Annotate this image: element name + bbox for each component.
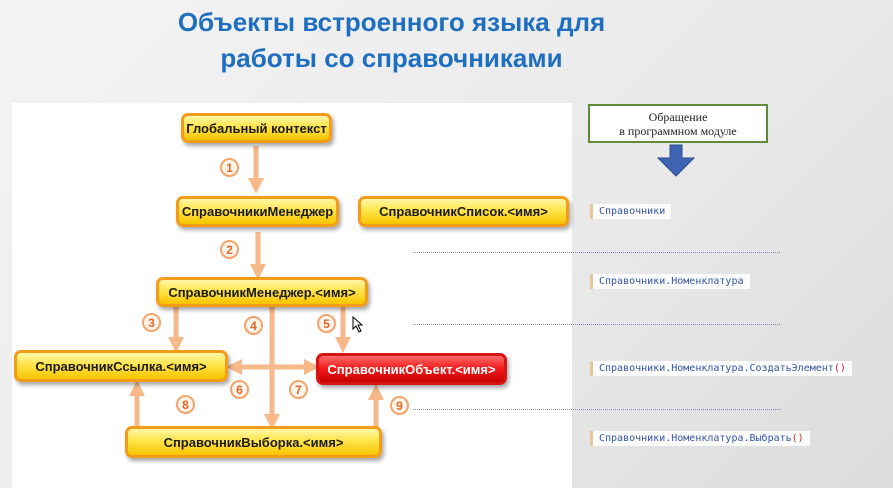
node-catalog-manager: СправочникМенеджер.<имя> (156, 277, 368, 307)
separator-3 (413, 409, 780, 410)
node-global-context: Глобальный контекст (181, 113, 332, 143)
code-example-3: Справочники.Номенклатура.СоздатьЭлемент(… (590, 361, 852, 376)
step-9-marker: 9 (390, 396, 409, 415)
access-box: Обращение в программном модуле (588, 104, 768, 143)
access-arrow (656, 144, 696, 177)
node-catalog-list: СправочникСписок.<имя> (358, 196, 569, 227)
step-1-marker: 1 (220, 158, 239, 177)
step-3-marker: 3 (142, 313, 161, 332)
step-4-marker: 4 (244, 316, 263, 335)
page-title: Объекты встроенного языка для работы со … (0, 4, 783, 76)
step-8-marker: 8 (176, 395, 195, 414)
code-paren-3: () (833, 363, 846, 374)
separator-1 (413, 252, 780, 253)
code-text-3: Справочники.Номенклатура.СоздатьЭлемент (599, 363, 834, 374)
mouse-cursor-icon (352, 316, 364, 333)
code-paren-4: () (791, 433, 804, 444)
node-catalogs-manager: СправочникиМенеджер (176, 196, 339, 227)
node-catalog-selection: СправочникВыборка.<имя> (125, 426, 382, 458)
code-text-2: Справочники.Номенклатура (599, 276, 744, 287)
step-2-marker: 2 (220, 240, 239, 259)
title-line-2: работы со справочниками (220, 43, 563, 73)
code-example-4: Справочники.Номенклатура.Выбрать() (590, 431, 810, 446)
step-5-marker: 5 (317, 314, 336, 333)
code-example-1: Справочники (590, 204, 672, 219)
title-line-1: Объекты встроенного языка для (177, 7, 606, 37)
access-line-2: в программном модуле (619, 123, 737, 138)
node-catalog-ref: СправочникСсылка.<имя> (14, 350, 228, 382)
code-text-1: Справочники (599, 206, 666, 217)
step-7-marker: 7 (289, 380, 308, 399)
access-line-1: Обращение (648, 109, 708, 124)
code-text-4: Справочники.Номенклатура.Выбрать (599, 433, 792, 444)
step-6-marker: 6 (230, 380, 249, 399)
separator-2 (413, 324, 780, 325)
node-catalog-object: СправочникОбъект.<имя> (316, 353, 507, 385)
code-example-2: Справочники.Номенклатура (590, 274, 750, 289)
